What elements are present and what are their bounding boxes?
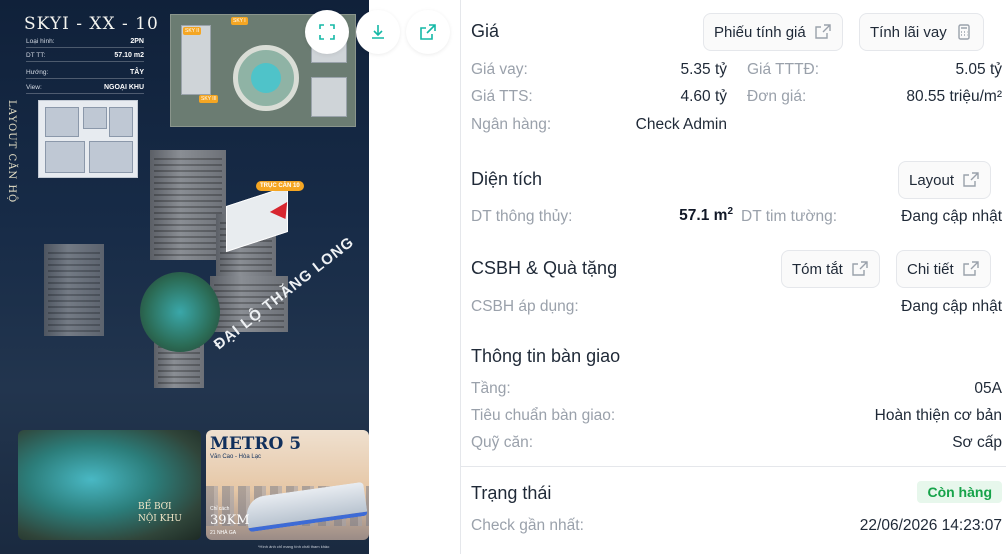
- image-spec-row: Hướng: TÂY: [26, 69, 144, 79]
- last-check-value: 22/06/2026 14:23:07: [859, 517, 1002, 534]
- floorplan-drawing: [38, 100, 138, 178]
- tts-price-value: 4.60 tỷ: [680, 88, 727, 105]
- external-link-icon: [815, 24, 831, 39]
- market-price-value: 5.05 tỷ: [955, 61, 1002, 78]
- section-divider: [461, 466, 1006, 467]
- policy-detail-button[interactable]: Chi tiết: [896, 250, 991, 288]
- image-disclaimer: *Hình ảnh chỉ mang tính chất tham khảo: [258, 544, 330, 549]
- tower-building: [150, 150, 226, 260]
- policy-label: CSBH áp dụng:: [471, 298, 579, 315]
- policy-value: Đang cập nhật: [901, 298, 1002, 315]
- floor-value: 05A: [974, 380, 1002, 397]
- unit-fund-label: Quỹ căn:: [471, 434, 534, 451]
- calculator-icon: [958, 24, 970, 40]
- image-spec-row: Loại hình: 2PN: [26, 38, 144, 48]
- layout-button-label: Layout: [909, 171, 955, 189]
- external-link-icon: [963, 172, 979, 187]
- image-project-title: SKYI - XX - 10: [24, 14, 159, 34]
- external-link-icon: [420, 24, 436, 40]
- unit-callout: TRỤC CĂN 10: [256, 181, 304, 191]
- download-button[interactable]: [356, 10, 400, 54]
- apartment-image[interactable]: SKYI - XX - 10 Loại hình: 2PN DT TT: 57.10…: [0, 0, 369, 554]
- loan-calculator-button[interactable]: Tính lãi vay: [859, 13, 984, 51]
- area-title: Diện tích: [471, 169, 543, 189]
- download-icon: [372, 25, 384, 39]
- floor-label: Tầng:: [471, 380, 511, 397]
- last-check-label: Check gần nhất:: [471, 517, 584, 534]
- wall-area-value: Đang cập nhật: [901, 208, 1002, 225]
- handover-standard-value: Hoàn thiện cơ bản: [874, 407, 1002, 424]
- open-external-button[interactable]: [406, 10, 450, 54]
- carpet-area-value: 57.1 m2: [679, 206, 733, 225]
- loan-button-label: Tính lãi vay: [870, 23, 947, 41]
- unit-price-label: Đơn giá:: [747, 88, 807, 105]
- metro-thumbnail: METRO 5 Văn Cao - Hòa Lạc Chỉ cách 39KM …: [206, 430, 369, 540]
- external-link-icon: [852, 261, 868, 276]
- market-price-label: Giá TTTĐ:: [747, 61, 820, 78]
- fullscreen-button[interactable]: [305, 10, 349, 54]
- bank-label: Ngân hàng:: [471, 116, 552, 133]
- price-title: Giá: [471, 21, 500, 41]
- wall-area-label: DT tim tường:: [741, 208, 838, 225]
- policy-summary-button[interactable]: Tóm tắt: [781, 250, 880, 288]
- pool-thumbnail: BỂ BƠI NỘI KHU: [18, 430, 201, 540]
- info-panel: Giá Phiếu tính giá Tính lãi vay Giá vay:…: [461, 0, 1006, 554]
- green-park: [140, 272, 220, 352]
- image-spec-row: DT TT: 57.10 m2: [26, 52, 144, 62]
- tower-building: [44, 244, 104, 336]
- detail-button-label: Chi tiết: [907, 260, 954, 278]
- unit-price-value: 80.55 triệu/m²: [906, 88, 1002, 105]
- fullscreen-icon: [319, 24, 335, 40]
- loan-price-label: Giá vay:: [471, 61, 528, 78]
- external-link-icon: [962, 261, 979, 276]
- layout-button[interactable]: Layout: [898, 161, 992, 199]
- image-layout-label: LAYOUT CĂN HỘ: [6, 100, 17, 204]
- policy-title: CSBH & Quà tặng: [471, 258, 618, 278]
- unit-fund-value: Sơ cấp: [952, 434, 1002, 451]
- image-spec-row: View: NGOẠI KHU: [26, 84, 144, 94]
- status-badge: Còn hàng: [917, 481, 1002, 503]
- handover-standard-label: Tiêu chuẩn bàn giao:: [471, 407, 616, 424]
- quote-button[interactable]: Phiếu tính giá: [703, 13, 843, 51]
- status-title: Trạng thái: [471, 483, 552, 503]
- summary-button-label: Tóm tắt: [792, 260, 843, 278]
- loan-price-value: 5.35 tỷ: [680, 61, 727, 78]
- carpet-area-label: DT thông thủy:: [471, 208, 573, 225]
- tts-price-label: Giá TTS:: [471, 88, 533, 105]
- handover-title: Thông tin bàn giao: [471, 346, 621, 366]
- quote-button-label: Phiếu tính giá: [714, 23, 806, 41]
- bank-value: Check Admin: [635, 116, 727, 133]
